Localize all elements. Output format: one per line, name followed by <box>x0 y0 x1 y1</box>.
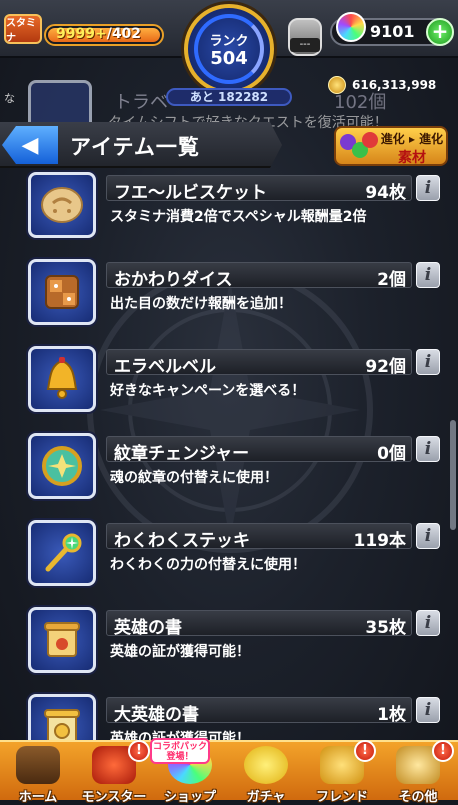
tab-label: モンスター <box>81 790 147 805</box>
scrollbar[interactable] <box>450 420 456 530</box>
info-button[interactable]: i <box>416 262 440 288</box>
rank-value: 504 <box>210 48 248 69</box>
materials-label: 素材 <box>398 150 426 166</box>
scroll-icon <box>28 607 96 673</box>
emblem-icon <box>28 433 96 499</box>
info-button[interactable]: i <box>416 523 440 549</box>
item-description: わくわくの力の付替えに使用！ <box>110 557 306 573</box>
stamina-max: /402 <box>106 26 142 42</box>
info-button[interactable]: i <box>416 697 440 723</box>
tab-label: ショップ <box>163 790 216 805</box>
evolution-materials-button[interactable]: 進化 ▸ 進化 素材 <box>334 126 448 166</box>
stamina-value: 9999+ <box>56 26 107 42</box>
item-name: トラベ <box>114 92 168 113</box>
list-item[interactable]: エラベルベル 92個 好きなキャンペーンを選べる！ i <box>28 346 440 416</box>
evolution-label: 進化 ▸ 進化 <box>380 132 444 146</box>
item-name: 英雄の書 <box>114 618 182 638</box>
info-button[interactable]: i <box>416 610 440 636</box>
item-count: 1枚 <box>377 705 406 725</box>
rank-badge[interactable]: ランク 504 <box>184 4 274 94</box>
buy-gems-button[interactable]: + <box>426 18 454 46</box>
page-title: アイテム一覧 <box>70 135 200 159</box>
gacha-egg-icon <box>244 746 288 784</box>
item-count: 35枚 <box>365 618 406 638</box>
list-item[interactable]: おかわりダイス 2個 出た目の数だけ報酬を追加！ i <box>28 259 440 329</box>
item-description: 英雄の証が獲得可能！ <box>110 644 250 660</box>
item-description: 出た目の数だけ報酬を追加！ <box>110 296 292 312</box>
stamina-readout: 9999+/402 <box>56 26 141 42</box>
page-header: ◀ アイテム一覧 進化 ▸ 進化 素材 <box>0 122 458 168</box>
list-item[interactable]: フエ〜ルビスケット 94枚 スタミナ消費2倍でスペシャル報酬量2倍 i <box>28 172 440 242</box>
tab-other[interactable]: その他 ! <box>380 740 456 805</box>
list-item[interactable]: わくわくステッキ 119本 わくわくの力の付替えに使用！ i <box>28 520 440 590</box>
stamina-icon: スタミナ <box>4 14 42 44</box>
item-count: 2個 <box>377 270 406 290</box>
item-count: 0個 <box>377 444 406 464</box>
coin-count: 616,313,998 <box>352 78 437 92</box>
item-name: エラベルベル <box>114 357 216 377</box>
notification-badge: ! <box>128 740 150 762</box>
info-button[interactable]: i <box>416 436 440 462</box>
home-icon <box>16 746 60 784</box>
dice-icon <box>28 259 96 325</box>
potion-count: --- <box>290 38 320 52</box>
rank-label: ランク <box>209 34 249 49</box>
item-count: 94枚 <box>365 183 406 203</box>
evolution-orbs-icon <box>340 132 380 162</box>
bell-icon <box>28 346 96 412</box>
tab-label: フレンド <box>315 790 368 805</box>
tab-monster[interactable]: モンスター ! <box>76 740 152 805</box>
item-name: 大英雄の書 <box>114 705 199 725</box>
gem-count: 9101 <box>370 22 415 41</box>
item-count: 119本 <box>353 531 407 551</box>
item-name: わくわくステッキ <box>114 531 250 551</box>
info-button[interactable]: i <box>416 175 440 201</box>
info-button[interactable]: i <box>416 349 440 375</box>
orb-gem-icon <box>336 12 366 42</box>
tab-label: ガチャ <box>246 790 286 805</box>
tab-home[interactable]: ホーム <box>0 742 76 805</box>
item-description: 好きなキャンペーンを選べる！ <box>110 383 306 399</box>
tab-label: その他 <box>398 790 438 805</box>
next-rank-exp: あと 182282 <box>166 88 292 106</box>
tab-label: ホーム <box>18 790 58 805</box>
tab-friend[interactable]: フレンド ! <box>304 740 380 805</box>
item-description: 魂の紋章の付替えに使用！ <box>110 470 278 486</box>
item-count: 92個 <box>365 357 406 377</box>
bottom-nav: ホーム モンスター ! ショップ ガチャ フレンド ! その他 ! コラボパック… <box>0 738 458 805</box>
notification-badge: ! <box>432 740 454 762</box>
item-name: フエ〜ルビスケット <box>114 183 267 203</box>
tab-gacha[interactable]: ガチャ <box>228 742 304 805</box>
coin-icon <box>328 76 346 94</box>
collab-pack-badge[interactable]: コラボパック 登場！ <box>150 738 210 764</box>
list-item[interactable]: 英雄の書 35枚 英雄の証が獲得可能！ i <box>28 607 440 677</box>
item-name: 紋章チェンジャー <box>114 444 250 464</box>
item-name: おかわりダイス <box>114 270 233 290</box>
item-description: スタミナ消費2倍でスペシャル報酬量2倍 <box>110 209 367 225</box>
back-arrow-icon: ◀ <box>21 132 39 158</box>
side-note: な <box>4 92 15 105</box>
list-item[interactable]: 紋章チェンジャー 0個 魂の紋章の付替えに使用！ i <box>28 433 440 503</box>
wand-icon <box>28 520 96 586</box>
biscuit-icon <box>28 172 96 238</box>
notification-badge: ! <box>354 740 376 762</box>
